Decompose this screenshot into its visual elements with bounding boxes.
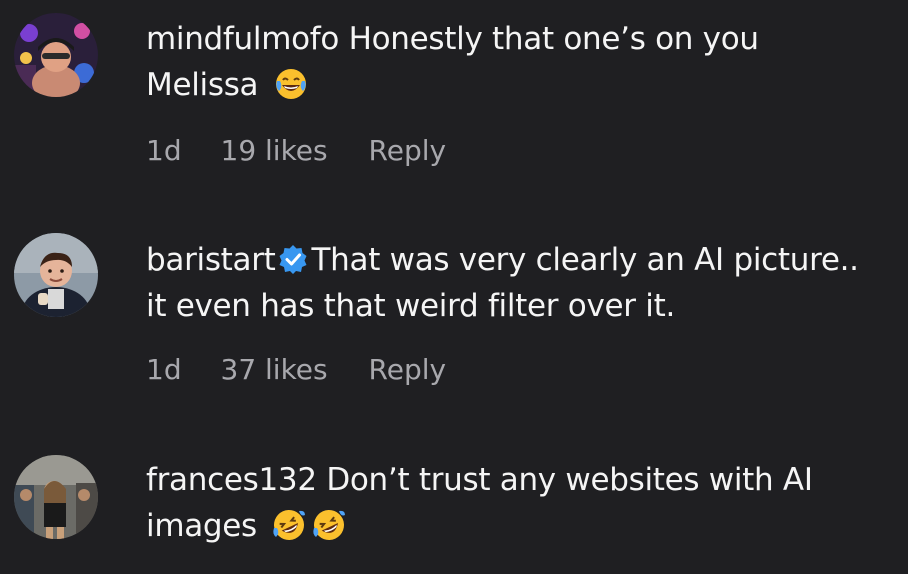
comment-username[interactable]: baristart xyxy=(146,242,276,278)
comment-content-cont: it even has that weird filter over it. xyxy=(146,288,676,324)
avatar-image xyxy=(14,233,98,317)
comment-username[interactable]: mindfulmofo xyxy=(146,21,339,57)
reply-button[interactable]: Reply xyxy=(369,353,447,386)
comment-content: Don’t trust any websites with AI xyxy=(326,462,813,498)
comment-text: baristart That was very clearly an AI pi… xyxy=(146,237,898,329)
reply-button[interactable]: Reply xyxy=(369,134,447,167)
comment-likes-count[interactable]: 19 likes xyxy=(221,134,328,167)
comment-likes-count[interactable]: 37 likes xyxy=(221,353,328,386)
comment-timestamp[interactable]: 1d xyxy=(146,353,182,386)
rolling-on-the-floor-laughing-icon xyxy=(273,510,306,540)
avatar-image xyxy=(14,13,98,97)
comment-content-cont: Melissa xyxy=(146,67,259,103)
comments-list: mindfulmofo Honestly that one’s on you M… xyxy=(0,0,908,574)
verified-badge-icon xyxy=(279,245,307,274)
avatar-image xyxy=(14,455,98,539)
avatar[interactable] xyxy=(14,13,98,97)
comment-text: frances132 Don’t trust any websites with… xyxy=(146,457,898,549)
comment-content: Honestly that one’s on you xyxy=(348,21,759,57)
comment-meta: 1d 19 likes Reply xyxy=(146,134,446,167)
comment-content-cont: images xyxy=(146,508,257,544)
comment-meta: 1d 37 likes Reply xyxy=(146,353,446,386)
comment-username[interactable]: frances132 xyxy=(146,462,317,498)
avatar[interactable] xyxy=(14,233,98,317)
comment-content: That was very clearly an AI picture.. xyxy=(311,242,859,278)
rolling-on-the-floor-laughing-icon xyxy=(313,510,346,540)
avatar[interactable] xyxy=(14,455,98,539)
comment-text: mindfulmofo Honestly that one’s on you M… xyxy=(146,16,898,108)
comment-timestamp[interactable]: 1d xyxy=(146,134,182,167)
face-with-tears-of-joy-icon xyxy=(275,69,306,99)
